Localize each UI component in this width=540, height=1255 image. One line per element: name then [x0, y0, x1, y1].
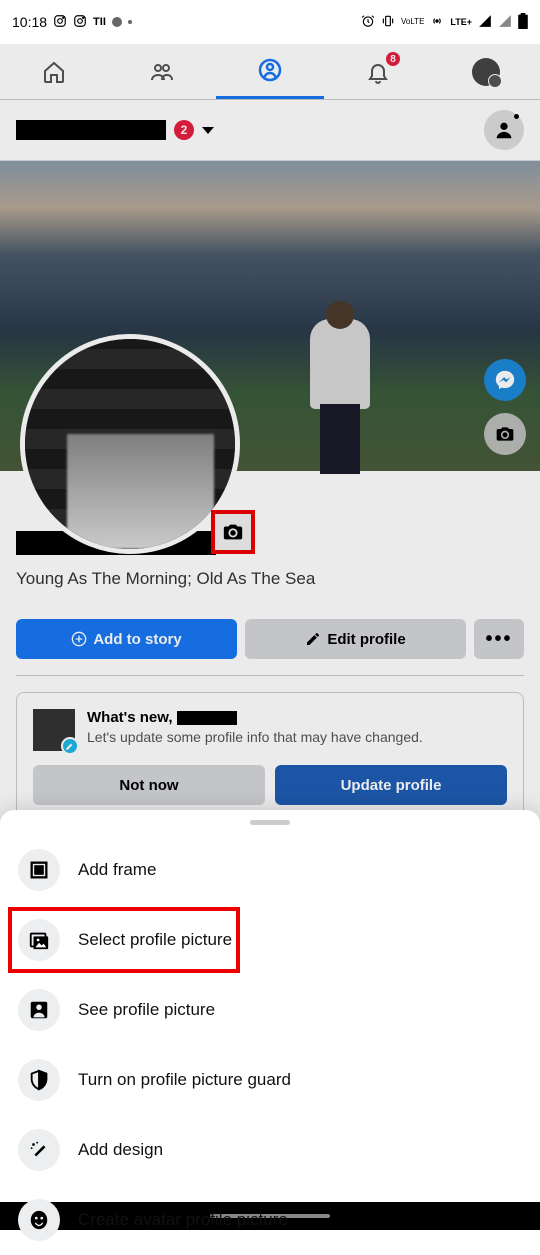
chevron-down-icon	[202, 127, 214, 134]
volte-text: VoLTE	[401, 18, 424, 26]
edit-profile-button[interactable]: Edit profile	[245, 619, 466, 659]
instagram-icon	[73, 14, 87, 31]
hotspot-icon	[430, 14, 444, 31]
notification-badge: 8	[386, 52, 400, 66]
tu-label: TII	[93, 16, 106, 28]
update-thumb	[33, 709, 75, 751]
profile-name-redacted	[16, 120, 166, 140]
person-square-icon	[18, 989, 60, 1031]
tab-home[interactable]	[0, 44, 108, 99]
small-dot-icon	[128, 20, 132, 24]
bottom-sheet: Add frame Select profile picture See pro…	[0, 810, 540, 1202]
edit-profile-label: Edit profile	[327, 631, 405, 648]
messenger-button[interactable]	[484, 359, 526, 401]
profile-camera-button[interactable]	[211, 510, 255, 554]
tab-notifications[interactable]: 8	[324, 44, 432, 99]
vibrate-icon	[381, 14, 395, 31]
tab-profile[interactable]	[216, 44, 324, 99]
top-nav: 8	[0, 44, 540, 100]
update-subtitle: Let's update some profile info that may …	[87, 729, 423, 745]
signal-icon	[478, 14, 492, 31]
avatar-face-icon	[18, 1199, 60, 1241]
alarm-icon	[361, 14, 375, 31]
sheet-label: See profile picture	[78, 1000, 215, 1020]
profile-actions: Add to story Edit profile •••	[0, 619, 540, 675]
update-profile-button[interactable]: Update profile	[275, 765, 507, 805]
wand-icon	[18, 1129, 60, 1171]
signal-icon	[498, 14, 512, 31]
edit-avatar-button[interactable]	[484, 110, 524, 150]
frame-icon	[18, 849, 60, 891]
add-to-story-button[interactable]: Add to story	[16, 619, 237, 659]
tab-friends[interactable]	[108, 44, 216, 99]
battery-icon	[518, 13, 528, 32]
update-greeting: What's new,	[87, 709, 177, 726]
shield-icon	[18, 1059, 60, 1101]
profile-picture-wrap	[20, 334, 250, 564]
sheet-label: Create avatar profile picture	[78, 1210, 288, 1230]
clock: 10:18	[12, 14, 47, 30]
update-card: What's new, Let's update some profile in…	[16, 692, 524, 822]
instagram-icon	[53, 14, 67, 31]
profile-switcher[interactable]: 2	[0, 100, 540, 161]
lte-text: LTE+	[450, 17, 472, 27]
sheet-add-frame[interactable]: Add frame	[0, 835, 540, 905]
profile-picture[interactable]	[20, 334, 240, 554]
edit-badge-icon	[61, 737, 79, 755]
tab-menu[interactable]	[432, 44, 540, 99]
sheet-add-design[interactable]: Add design	[0, 1115, 540, 1185]
divider	[16, 675, 524, 676]
sheet-label: Turn on profile picture guard	[78, 1070, 291, 1090]
sheet-create-avatar[interactable]: Create avatar profile picture	[0, 1185, 540, 1255]
profile-badge: 2	[174, 120, 194, 140]
picture-icon	[18, 919, 60, 961]
update-name-redacted	[177, 711, 237, 725]
sheet-label: Select profile picture	[78, 930, 232, 950]
sheet-select-profile-picture[interactable]: Select profile picture	[0, 905, 540, 975]
sheet-label: Add frame	[78, 860, 156, 880]
cover-camera-button[interactable]	[484, 413, 526, 455]
dot-icon	[112, 17, 122, 27]
menu-avatar	[472, 58, 500, 86]
add-to-story-label: Add to story	[93, 631, 181, 648]
profile-bio: Young As The Morning; Old As The Sea	[16, 563, 524, 603]
not-now-button[interactable]: Not now	[33, 765, 265, 805]
more-button[interactable]: •••	[474, 619, 524, 659]
sheet-handle[interactable]	[250, 820, 290, 825]
status-bar: 10:18 TII VoLTE LTE+	[0, 0, 540, 44]
cover-subject	[300, 301, 380, 461]
sheet-picture-guard[interactable]: Turn on profile picture guard	[0, 1045, 540, 1115]
sheet-see-profile-picture[interactable]: See profile picture	[0, 975, 540, 1045]
sheet-label: Add design	[78, 1140, 163, 1160]
